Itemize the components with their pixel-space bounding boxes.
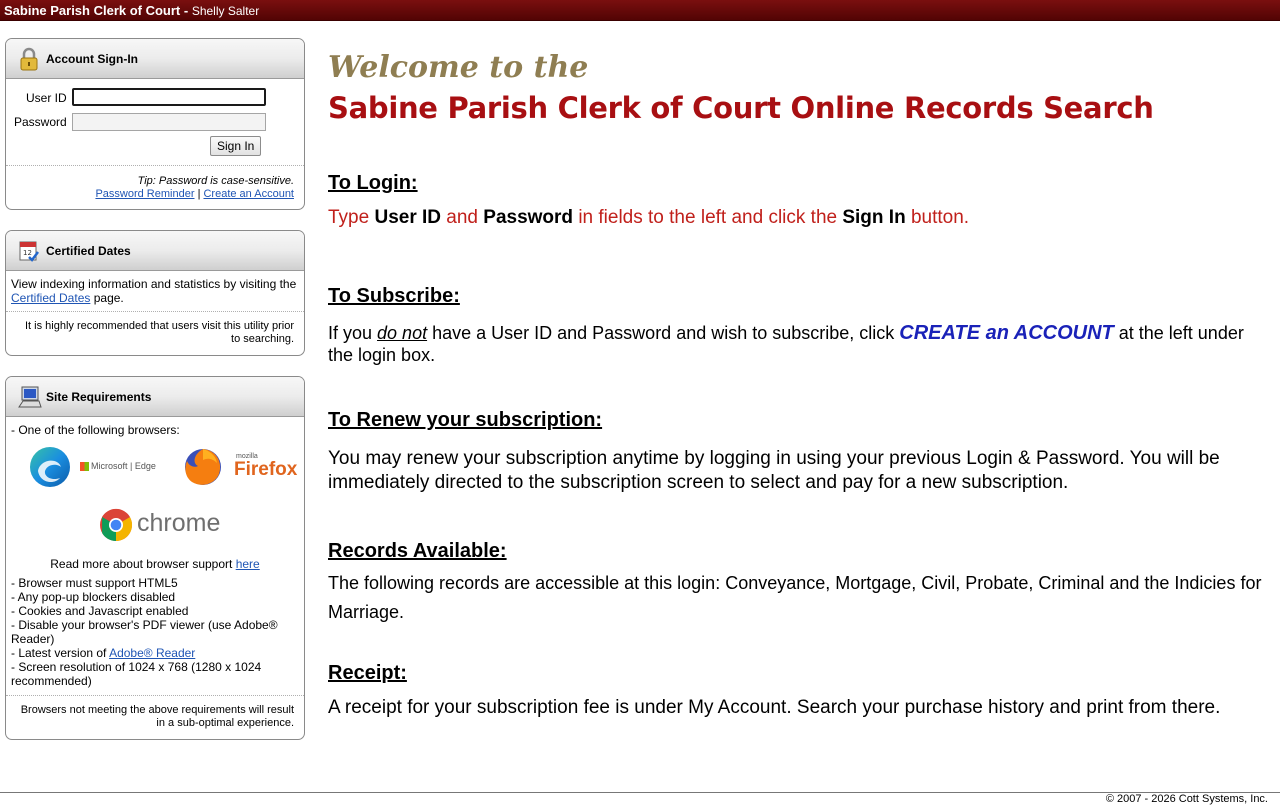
firefox-logo[interactable]: mozilla Firefox <box>182 445 297 489</box>
signin-footer: Tip: Password is case-sensitive. Passwor… <box>95 175 294 201</box>
certified-title: Certified Dates <box>46 243 131 258</box>
records-heading: Records Available: <box>328 540 507 562</box>
signin-divider <box>6 165 304 166</box>
chrome-label: chrome <box>137 509 221 537</box>
login-text-1: Type <box>328 207 375 228</box>
firefox-icon <box>185 449 221 485</box>
calendar-check-icon: 12 <box>18 239 40 263</box>
requirements-list: - Browser must support HTML5 - Any pop-u… <box>11 576 296 688</box>
requirement-item: - Disable your browser's PDF viewer (use… <box>11 618 278 646</box>
subscribe-text: If you do not have a User ID and Passwor… <box>328 322 1273 366</box>
user-name: Shelly Salter <box>191 4 260 18</box>
subscribe-text-1: If you <box>328 323 378 343</box>
userid-label: User ID <box>26 91 67 105</box>
signin-panel: Account Sign-In User ID Password Sign In… <box>5 38 305 210</box>
password-reminder-link[interactable]: Password Reminder <box>95 188 194 200</box>
login-heading: To Login: <box>328 172 418 194</box>
login-text: Type User ID and Password in fields to t… <box>328 207 1273 229</box>
subscribe-do-not: do not <box>377 323 428 343</box>
password-input[interactable] <box>72 113 266 131</box>
certified-header: 12 Certified Dates <box>6 231 304 271</box>
subscribe-heading: To Subscribe: <box>328 285 460 307</box>
firefox-label: Firefox <box>234 459 298 480</box>
certified-note: It is highly recommended that users visi… <box>25 320 294 345</box>
records-text: The following records are accessible at … <box>328 573 1262 622</box>
receipt-heading: Receipt: <box>328 662 407 684</box>
edge-logo[interactable]: Microsoft | Edge <box>28 445 160 489</box>
link-separator: | <box>197 188 201 200</box>
site-name: Sabine Parish Clerk of Court - <box>4 3 189 18</box>
footer-copyright: © 2007 - 2026 Cott Systems, Inc. <box>0 792 1280 805</box>
userid-input[interactable] <box>72 88 266 106</box>
receipt-section: Receipt: A receipt for your subscription… <box>328 662 1273 719</box>
create-account-cta: CREATE an ACCOUNT <box>899 322 1114 344</box>
requirements-panel: Site Requirements - One of the following… <box>5 376 305 740</box>
welcome-text: Welcome to the <box>328 50 589 85</box>
adobe-reader-link[interactable]: Adobe® Reader <box>109 646 195 660</box>
requirements-title: Site Requirements <box>46 389 152 404</box>
renew-text: You may renew your subscription anytime … <box>328 448 1220 493</box>
login-signin-bold: Sign In <box>842 207 906 228</box>
requirements-divider <box>6 695 304 696</box>
requirements-header: Site Requirements <box>6 377 304 417</box>
computer-icon <box>18 385 42 409</box>
page-title: Sabine Parish Clerk of Court Online Reco… <box>328 91 1154 125</box>
requirement-item: - Any pop-up blockers disabled <box>11 590 176 604</box>
password-tip: Tip: Password is case-sensitive. <box>137 175 294 187</box>
chrome-icon <box>100 508 133 542</box>
certified-divider <box>6 311 304 312</box>
requirement-item-adobe: - Latest version of Adobe® Reader <box>11 646 296 660</box>
login-section: To Login: Type User ID and Password in f… <box>328 172 1273 229</box>
records-section: Records Available: The following records… <box>328 540 1273 627</box>
create-account-link[interactable]: Create an Account <box>203 188 294 200</box>
certified-panel: 12 Certified Dates View indexing informa… <box>5 230 305 356</box>
login-text-3: in fields to the left and click the <box>573 207 843 228</box>
latest-version-text: - Latest version of <box>11 646 107 660</box>
password-label: Password <box>14 115 67 129</box>
chrome-logo[interactable]: chrome <box>99 507 229 543</box>
signin-button[interactable]: Sign In <box>210 136 262 156</box>
renew-heading: To Renew your subscription: <box>328 409 603 431</box>
receipt-text: A receipt for your subscription fee is u… <box>328 697 1221 718</box>
browser-support-line: Read more about browser support here <box>6 557 304 571</box>
login-userid-bold: User ID <box>374 207 442 228</box>
requirements-note: Browsers not meeting the above requireme… <box>20 704 294 729</box>
login-text-2: and <box>441 207 484 228</box>
certified-dates-link[interactable]: Certified Dates <box>11 291 90 305</box>
browsers-intro: - One of the following browsers: <box>11 423 180 437</box>
edge-icon <box>30 447 70 487</box>
certified-text-before: View indexing information and statistics… <box>11 277 297 291</box>
welcome-block: Welcome to the Sabine Parish Clerk of Co… <box>328 50 1278 125</box>
lock-icon <box>18 47 40 71</box>
edge-label: Microsoft | Edge <box>91 461 156 471</box>
requirement-item: - Screen resolution of 1024 x 768 (1280 … <box>11 660 262 688</box>
top-bar: Sabine Parish Clerk of Court - Shelly Sa… <box>0 0 1280 21</box>
signin-title: Account Sign-In <box>46 51 138 66</box>
subscribe-text-2: have a User ID and Password and wish to … <box>427 323 900 343</box>
requirement-item: - Browser must support HTML5 <box>11 576 178 590</box>
subscribe-section: To Subscribe: If you do not have a User … <box>328 285 1273 366</box>
login-password-bold: Password <box>483 207 574 228</box>
login-text-4: button. <box>905 207 970 228</box>
certified-text-after: page. <box>93 291 124 305</box>
requirement-item: - Cookies and Javascript enabled <box>11 604 189 618</box>
svg-text:12: 12 <box>23 249 32 257</box>
read-more-text: Read more about browser support <box>50 557 233 571</box>
browser-support-link[interactable]: here <box>236 557 260 571</box>
renew-section: To Renew your subscription: You may rene… <box>328 409 1273 495</box>
certified-text: View indexing information and statistics… <box>11 277 299 305</box>
signin-header: Account Sign-In <box>6 39 304 79</box>
